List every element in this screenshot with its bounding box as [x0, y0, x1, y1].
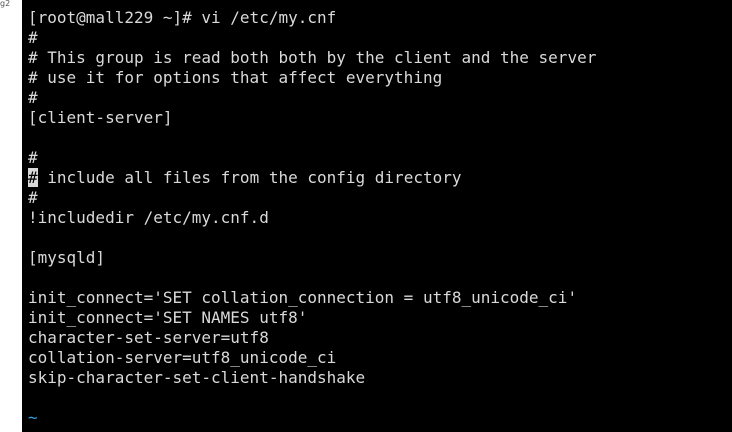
- config-line: collation-server=utf8_unicode_ci: [28, 348, 337, 367]
- config-line: skip-character-set-client-handshake: [28, 368, 366, 387]
- vi-empty-line-tilde: ~: [28, 408, 38, 427]
- screenshot: g2 [root@mall229 ~]# vi /etc/my.cnf # # …: [0, 0, 732, 432]
- terminal-window[interactable]: [root@mall229 ~]# vi /etc/my.cnf # # Thi…: [22, 0, 732, 432]
- config-line: [client-server]: [28, 108, 173, 127]
- config-line: [28, 228, 596, 248]
- config-line: #: [28, 188, 38, 207]
- config-line: # This group is read both both by the cl…: [28, 48, 597, 67]
- cursor-line-text: include all files from the config direct…: [37, 168, 462, 187]
- config-line: character-set-server=utf8: [28, 328, 269, 347]
- config-line: # use it for options that affect everyth…: [28, 68, 443, 87]
- config-line: [28, 268, 596, 288]
- shell-prompt-line: [root@mall229 ~]# vi /etc/my.cnf: [28, 8, 337, 27]
- config-line: #: [28, 28, 38, 47]
- config-line: !includedir /etc/my.cnf.d: [28, 208, 269, 227]
- config-line: init_connect='SET collation_connection =…: [28, 288, 578, 307]
- config-line: [28, 388, 596, 408]
- config-line: [28, 128, 596, 148]
- config-line: #: [28, 88, 38, 107]
- terminal-output: [root@mall229 ~]# vi /etc/my.cnf # # Thi…: [28, 8, 596, 428]
- text-cursor: #: [28, 168, 38, 187]
- gutter-label: g2: [0, 0, 11, 8]
- cursor-line[interactable]: # include all files from the config dire…: [28, 168, 596, 188]
- config-line: init_connect='SET NAMES utf8': [28, 308, 308, 327]
- config-line: [mysqld]: [28, 248, 106, 267]
- config-line: #: [28, 148, 38, 167]
